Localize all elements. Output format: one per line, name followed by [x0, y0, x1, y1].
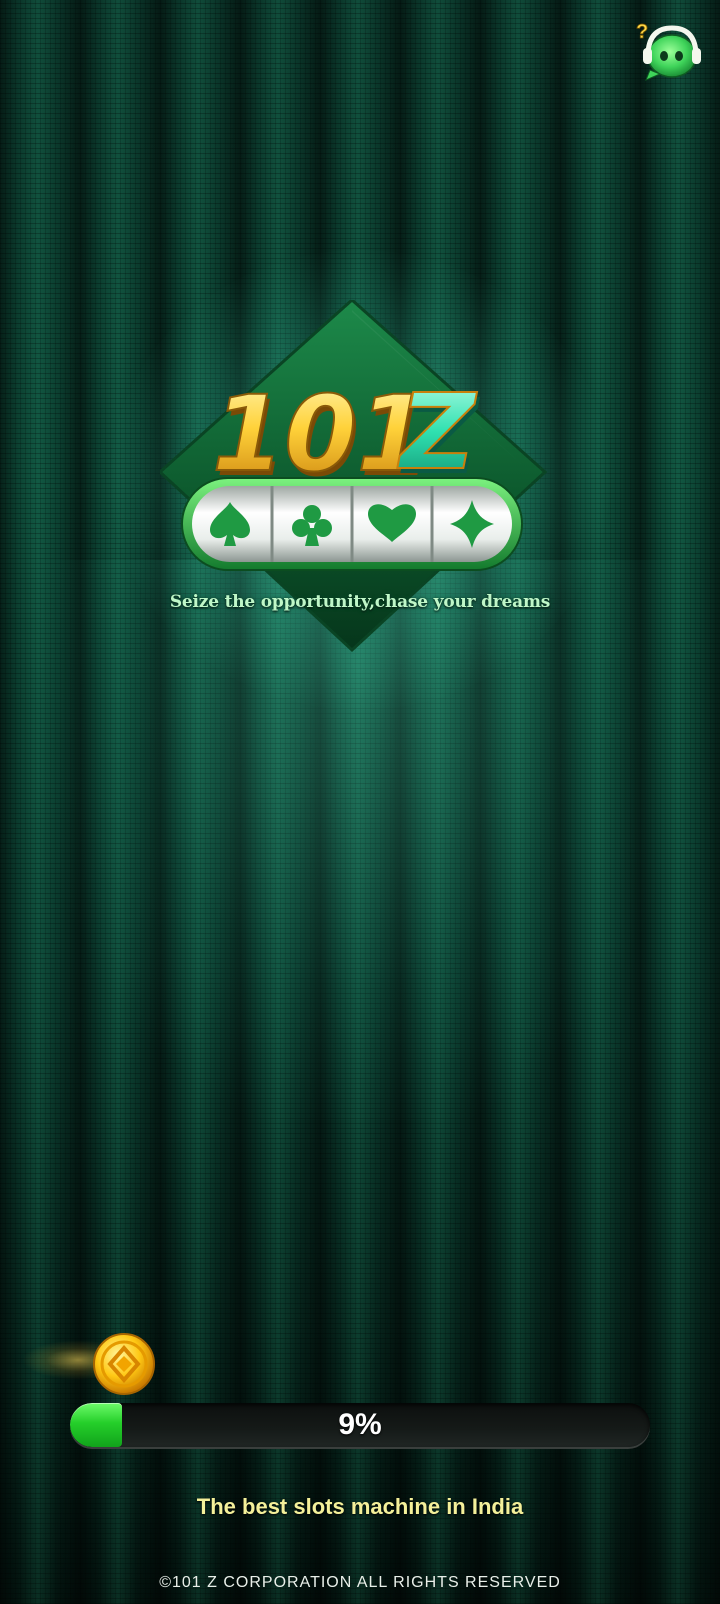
logo-tagline: Seize the opportunity,chase your dreams: [169, 592, 551, 612]
splash-screen: ? 101 101 Z Z Seize the opportunity,chas…: [0, 0, 720, 1604]
loading-progress-label: 9%: [338, 1408, 382, 1441]
customer-support-headset-icon: ?: [636, 21, 701, 81]
loading-progress-bar: 9%: [70, 1403, 650, 1447]
svg-text:Z: Z: [397, 371, 477, 493]
slot-reels: [181, 477, 523, 571]
copyright-text: ©101 Z CORPORATION ALL RIGHTS RESERVED: [159, 1574, 561, 1591]
svg-text:101: 101: [212, 373, 429, 495]
customer-support-button[interactable]: ?: [634, 18, 704, 84]
svg-text:?: ?: [636, 21, 648, 43]
coin-sparkle: [22, 1340, 102, 1380]
promo-subtitle: The best slots machine in India: [196, 1494, 524, 1519]
gold-coin-icon: [92, 1332, 156, 1396]
